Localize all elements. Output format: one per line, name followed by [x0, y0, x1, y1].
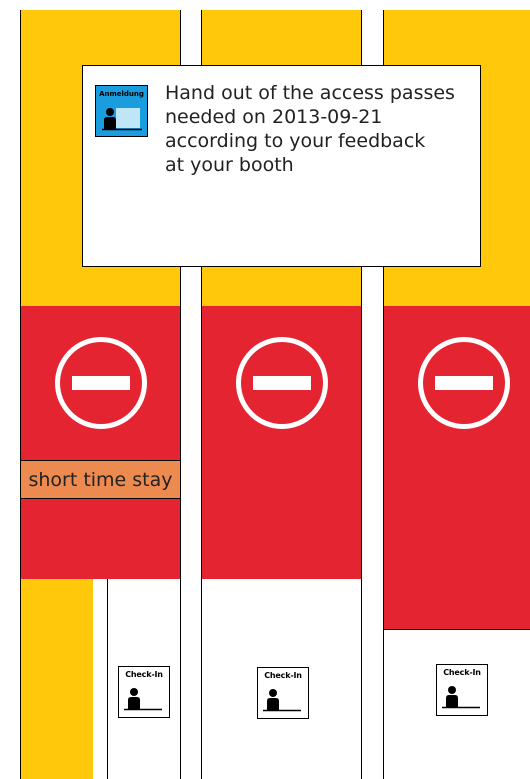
person-at-desk-icon — [263, 689, 301, 712]
notice-line: needed on 2013-09-21 — [165, 106, 383, 128]
notice-line: at your booth — [165, 154, 294, 176]
check-in-label: Check-In — [264, 671, 302, 680]
anmeldung-label: Anmeldung — [99, 90, 144, 98]
no-entry-sign-icon — [55, 337, 147, 429]
person-at-desk-icon — [102, 108, 142, 131]
no-entry-sign-icon — [418, 337, 510, 429]
notice-text: Hand out of the access passes needed on … — [165, 81, 475, 177]
check-in-label: Check-In — [443, 668, 481, 677]
check-in-label: Check-In — [125, 670, 163, 679]
person-at-desk-icon — [124, 688, 162, 711]
check-in-card: Check-In — [118, 666, 170, 718]
check-in-card: Check-In — [436, 664, 488, 716]
person-at-desk-icon — [442, 686, 480, 709]
notice-line: Hand out of the access passes — [165, 82, 455, 104]
divider — [384, 629, 530, 630]
no-entry-sign-icon — [236, 337, 328, 429]
notice-box: Anmeldung Hand out of the access passes … — [82, 65, 481, 267]
check-in-card: Check-In — [257, 667, 309, 719]
notice-line: according to your feedback — [165, 130, 426, 152]
short-time-stay-label: short time stay — [21, 460, 180, 499]
yellow-lower-panel — [21, 579, 93, 779]
anmeldung-icon: Anmeldung — [95, 85, 148, 137]
divider — [107, 579, 108, 779]
